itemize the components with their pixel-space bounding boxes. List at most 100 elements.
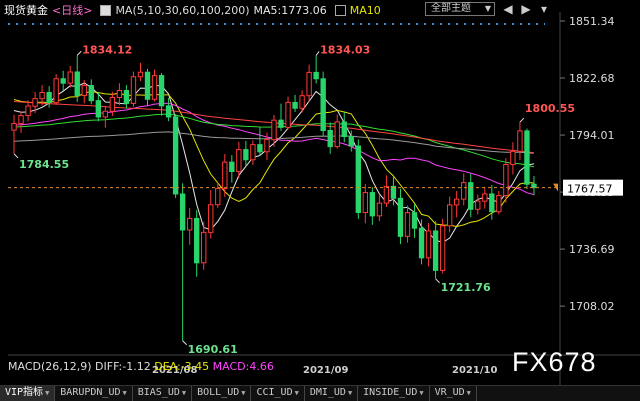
- y-tick-label: 1794.01: [569, 129, 615, 142]
- chevron-down-icon: ▼: [466, 389, 471, 397]
- candle: [194, 210, 200, 277]
- candle-body: [411, 212, 418, 229]
- candle-body: [517, 130, 523, 152]
- candle-body: [482, 193, 488, 202]
- symbol-name[interactable]: 现货黄金: [4, 2, 48, 18]
- candle-body: [67, 71, 73, 84]
- candle-body: [306, 71, 312, 97]
- last-price-arrow-icon: [553, 183, 558, 192]
- candle: [292, 94, 298, 113]
- indicator-tab[interactable]: CCI_UD ▼: [251, 386, 305, 401]
- candle: [461, 173, 467, 206]
- moving-average-lines: [13, 82, 535, 244]
- candle-body: [292, 101, 298, 109]
- indicator-tab[interactable]: BARUPDN_UD ▼: [55, 386, 133, 401]
- candle-body: [102, 110, 109, 118]
- candle: [482, 186, 488, 209]
- candle: [18, 111, 24, 133]
- candle-body: [390, 185, 397, 199]
- candlestick-chart[interactable]: 1834.12 1784.55 1834.03 1800.55 1690.61 1721.…: [0, 0, 640, 400]
- candle: [165, 97, 172, 122]
- candle-body: [439, 225, 446, 271]
- candle-body: [158, 75, 165, 107]
- annotation-leader: [315, 51, 320, 56]
- annotation-leader: [519, 117, 525, 123]
- candle-body: [468, 182, 474, 210]
- macd-label: MACD(26,12,9): [8, 360, 92, 373]
- candle-body: [172, 116, 179, 195]
- candle: [383, 175, 390, 207]
- candle-body: [503, 164, 509, 197]
- indicator-tab-label: BIAS_UD: [137, 387, 180, 398]
- candle-body: [179, 193, 186, 231]
- ma5-line: [13, 82, 535, 244]
- candle: [503, 158, 509, 203]
- theme-select[interactable]: 全部主题 ▼: [425, 2, 495, 16]
- candle-body: [299, 95, 305, 109]
- candle-body: [264, 139, 270, 153]
- candle: [172, 114, 179, 198]
- indicator-tab[interactable]: VIP指标 ▼: [0, 386, 56, 401]
- chevron-right-icon[interactable]: ▶: [518, 1, 534, 17]
- watermark: FX678: [512, 347, 597, 377]
- ma10-line: [13, 90, 535, 228]
- ma10-label: MA10: [349, 3, 381, 17]
- candle: [11, 114, 17, 154]
- candle: [454, 190, 460, 218]
- x-tick-label: 2021/10: [452, 365, 497, 376]
- candle: [130, 71, 137, 107]
- chevron-left-icon[interactable]: ◀: [500, 1, 516, 17]
- annotation-leader: [182, 340, 187, 346]
- candle: [285, 96, 291, 130]
- candle-body: [60, 78, 66, 84]
- candle: [404, 205, 411, 243]
- y-tick-label: 1708.02: [569, 300, 615, 313]
- indicator-tab[interactable]: INSIDE_UD ▼: [358, 386, 430, 401]
- chevron-down-icon: ▼: [294, 389, 299, 397]
- candle: [201, 221, 207, 270]
- candle-body: [81, 85, 87, 96]
- candle-body: [355, 145, 361, 213]
- annotation-leader: [13, 153, 19, 159]
- candle: [53, 74, 59, 106]
- more-icon[interactable]: ▾: [536, 1, 552, 17]
- ma-checkbox[interactable]: [100, 4, 112, 16]
- candle-body: [151, 75, 158, 100]
- candle-body: [327, 130, 333, 148]
- candle-body: [25, 105, 31, 117]
- candle: [418, 219, 425, 265]
- period-label[interactable]: <日线>: [52, 2, 92, 18]
- candle-body: [461, 182, 467, 200]
- candle-body: [222, 161, 228, 190]
- candle-body: [383, 185, 390, 204]
- y-tick-label: 1736.69: [569, 243, 615, 256]
- indicator-tab[interactable]: BIAS_UD ▼: [133, 386, 193, 401]
- indicator-tab[interactable]: BOLL_UD ▼: [192, 386, 252, 401]
- candle: [215, 182, 221, 208]
- candle: [278, 103, 284, 131]
- candle-body: [454, 198, 460, 206]
- candle-body: [53, 78, 59, 104]
- indicator-tab[interactable]: VR_UD ▼: [430, 386, 477, 401]
- ma10-checkbox[interactable]: [334, 4, 346, 16]
- candle-body: [95, 100, 101, 118]
- candles: [11, 55, 537, 341]
- candle-body: [496, 195, 502, 213]
- indicator-tab[interactable]: DMI_UD ▼: [305, 386, 359, 401]
- chevron-down-icon: ▼: [347, 389, 353, 397]
- indicator-tab-label: VIP指标: [5, 387, 44, 398]
- x-tick-label: 2021/09: [303, 365, 348, 376]
- indicator-tab-label: DMI_UD: [309, 387, 346, 398]
- chevron-down-icon: ▼: [419, 389, 424, 397]
- candle-body: [250, 144, 256, 161]
- candle: [355, 139, 361, 219]
- candle-body: [243, 149, 249, 161]
- annotation-leader: [435, 278, 440, 284]
- candle: [257, 127, 263, 156]
- candle-body: [313, 71, 319, 80]
- candle-body: [334, 121, 340, 148]
- candle-body: [397, 197, 404, 237]
- candle: [179, 183, 186, 341]
- chevron-down-icon: ▼: [122, 389, 127, 397]
- candle: [496, 190, 502, 215]
